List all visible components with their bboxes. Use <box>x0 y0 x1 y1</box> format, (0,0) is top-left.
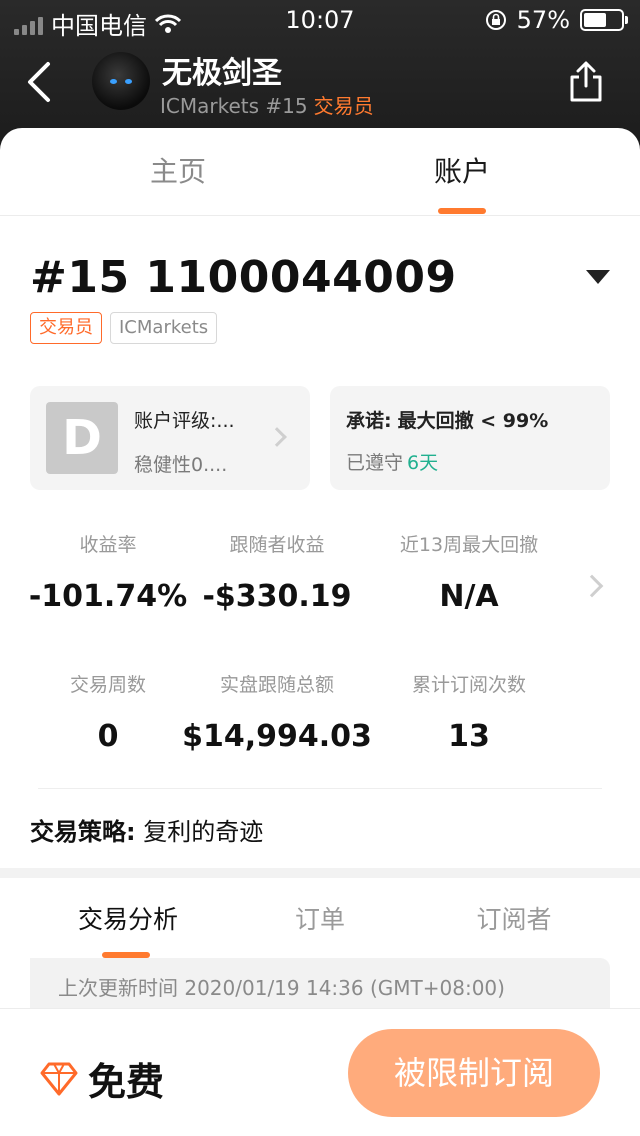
stat-value: N/A <box>439 579 499 614</box>
kept-days: 6天 <box>407 452 439 474</box>
trader-name: 无极剑圣 <box>162 56 282 91</box>
price: 免费 <box>40 1051 164 1106</box>
stat-follow-total: 实盘跟随总额 $14,994.03 <box>177 670 377 754</box>
rating-subtitle: 稳健性0.... <box>134 454 228 476</box>
promise-kept: 已遵守 6天 <box>346 448 438 475</box>
grade-badge: D <box>46 402 118 474</box>
role-tag: 交易员 <box>30 312 102 344</box>
promise-line: 承诺: 最大回撤 < 99% <box>346 406 548 433</box>
dropdown-caret-icon[interactable] <box>586 270 610 284</box>
page: 中国电信 10:07 57% 无极剑圣 ICMarkets #15 交易员 主页… <box>0 0 640 1136</box>
stat-value: $14,994.03 <box>182 719 372 754</box>
subscribe-button[interactable]: 被限制订阅 <box>348 1029 600 1117</box>
stat-label: 累计订阅次数 <box>411 674 526 696</box>
stat-value: -$330.19 <box>202 579 352 614</box>
stat-follower-profit: 跟随者收益 -$330.19 <box>177 530 377 614</box>
price-label: 免费 <box>88 1060 165 1104</box>
tab-indicator <box>438 208 486 214</box>
stat-label: 近13周最大回撤 <box>399 534 539 556</box>
battery-percent: 57% <box>516 6 570 34</box>
status-bar: 中国电信 10:07 57% <box>0 0 640 40</box>
broker-rank: ICMarkets #15 <box>160 94 308 118</box>
diamond-icon <box>40 1062 78 1095</box>
bottom-bar: 免费 被限制订阅 <box>0 1008 640 1136</box>
battery-icon <box>580 9 628 31</box>
account-tags: 交易员 ICMarkets <box>30 312 218 344</box>
trader-subtitle: ICMarkets #15 交易员 <box>160 90 374 119</box>
rotation-lock-icon <box>485 10 506 30</box>
divider <box>38 788 602 789</box>
promise-label: 承诺: <box>346 410 392 432</box>
tab-subscribers[interactable]: 订阅者 <box>424 900 604 936</box>
chevron-right-icon[interactable] <box>580 574 604 598</box>
avatar-eye <box>110 79 117 84</box>
chevron-right-icon <box>267 427 287 447</box>
avatar-eye <box>125 79 132 84</box>
analysis-tabs: 交易分析 订单 订阅者 <box>0 878 640 958</box>
stat-subscriptions: 累计订阅次数 13 <box>369 670 569 754</box>
share-icon[interactable] <box>566 60 606 104</box>
stat-label: 跟随者收益 <box>229 534 325 556</box>
strategy: 交易策略: 复利的奇迹 <box>30 812 263 847</box>
rating-card[interactable]: D 账户评级:... 稳健性0.... <box>30 386 310 490</box>
nav-bar: 无极剑圣 ICMarkets #15 交易员 <box>0 44 640 124</box>
stat-value: 13 <box>448 719 490 754</box>
strategy-value: 复利的奇迹 <box>143 818 264 846</box>
stat-max-drawdown: 近13周最大回撤 N/A <box>369 530 569 614</box>
broker-tag: ICMarkets <box>110 312 218 344</box>
back-arrow-icon[interactable] <box>22 60 58 104</box>
content-sheet: 主页 账户 #15 1100044009 交易员 ICMarkets D 账户评… <box>0 128 640 1136</box>
status-right: 57% <box>485 6 628 34</box>
avatar[interactable] <box>92 52 150 110</box>
last-update: 上次更新时间 2020/01/19 14:36 (GMT+08:00) <box>30 958 610 1008</box>
tab-trade-analysis[interactable]: 交易分析 <box>38 900 218 936</box>
stat-label: 实盘跟随总额 <box>219 674 334 696</box>
account-title: #15 1100044009 <box>30 252 457 303</box>
promise-card: 承诺: 最大回撤 < 99% 已遵守 6天 <box>330 386 610 490</box>
tab-orders[interactable]: 订单 <box>230 900 410 936</box>
section-gap <box>0 868 640 878</box>
strategy-label: 交易策略: <box>30 818 136 846</box>
rating-title: 账户评级:... <box>134 410 235 432</box>
kept-label: 已遵守 <box>346 452 404 474</box>
main-tabs: 主页 账户 <box>0 128 640 216</box>
tab-account[interactable]: 账户 <box>382 150 542 190</box>
tab-home[interactable]: 主页 <box>98 150 258 190</box>
promise-text: 最大回撤 < 99% <box>397 410 549 432</box>
role-label: 交易员 <box>313 94 374 118</box>
